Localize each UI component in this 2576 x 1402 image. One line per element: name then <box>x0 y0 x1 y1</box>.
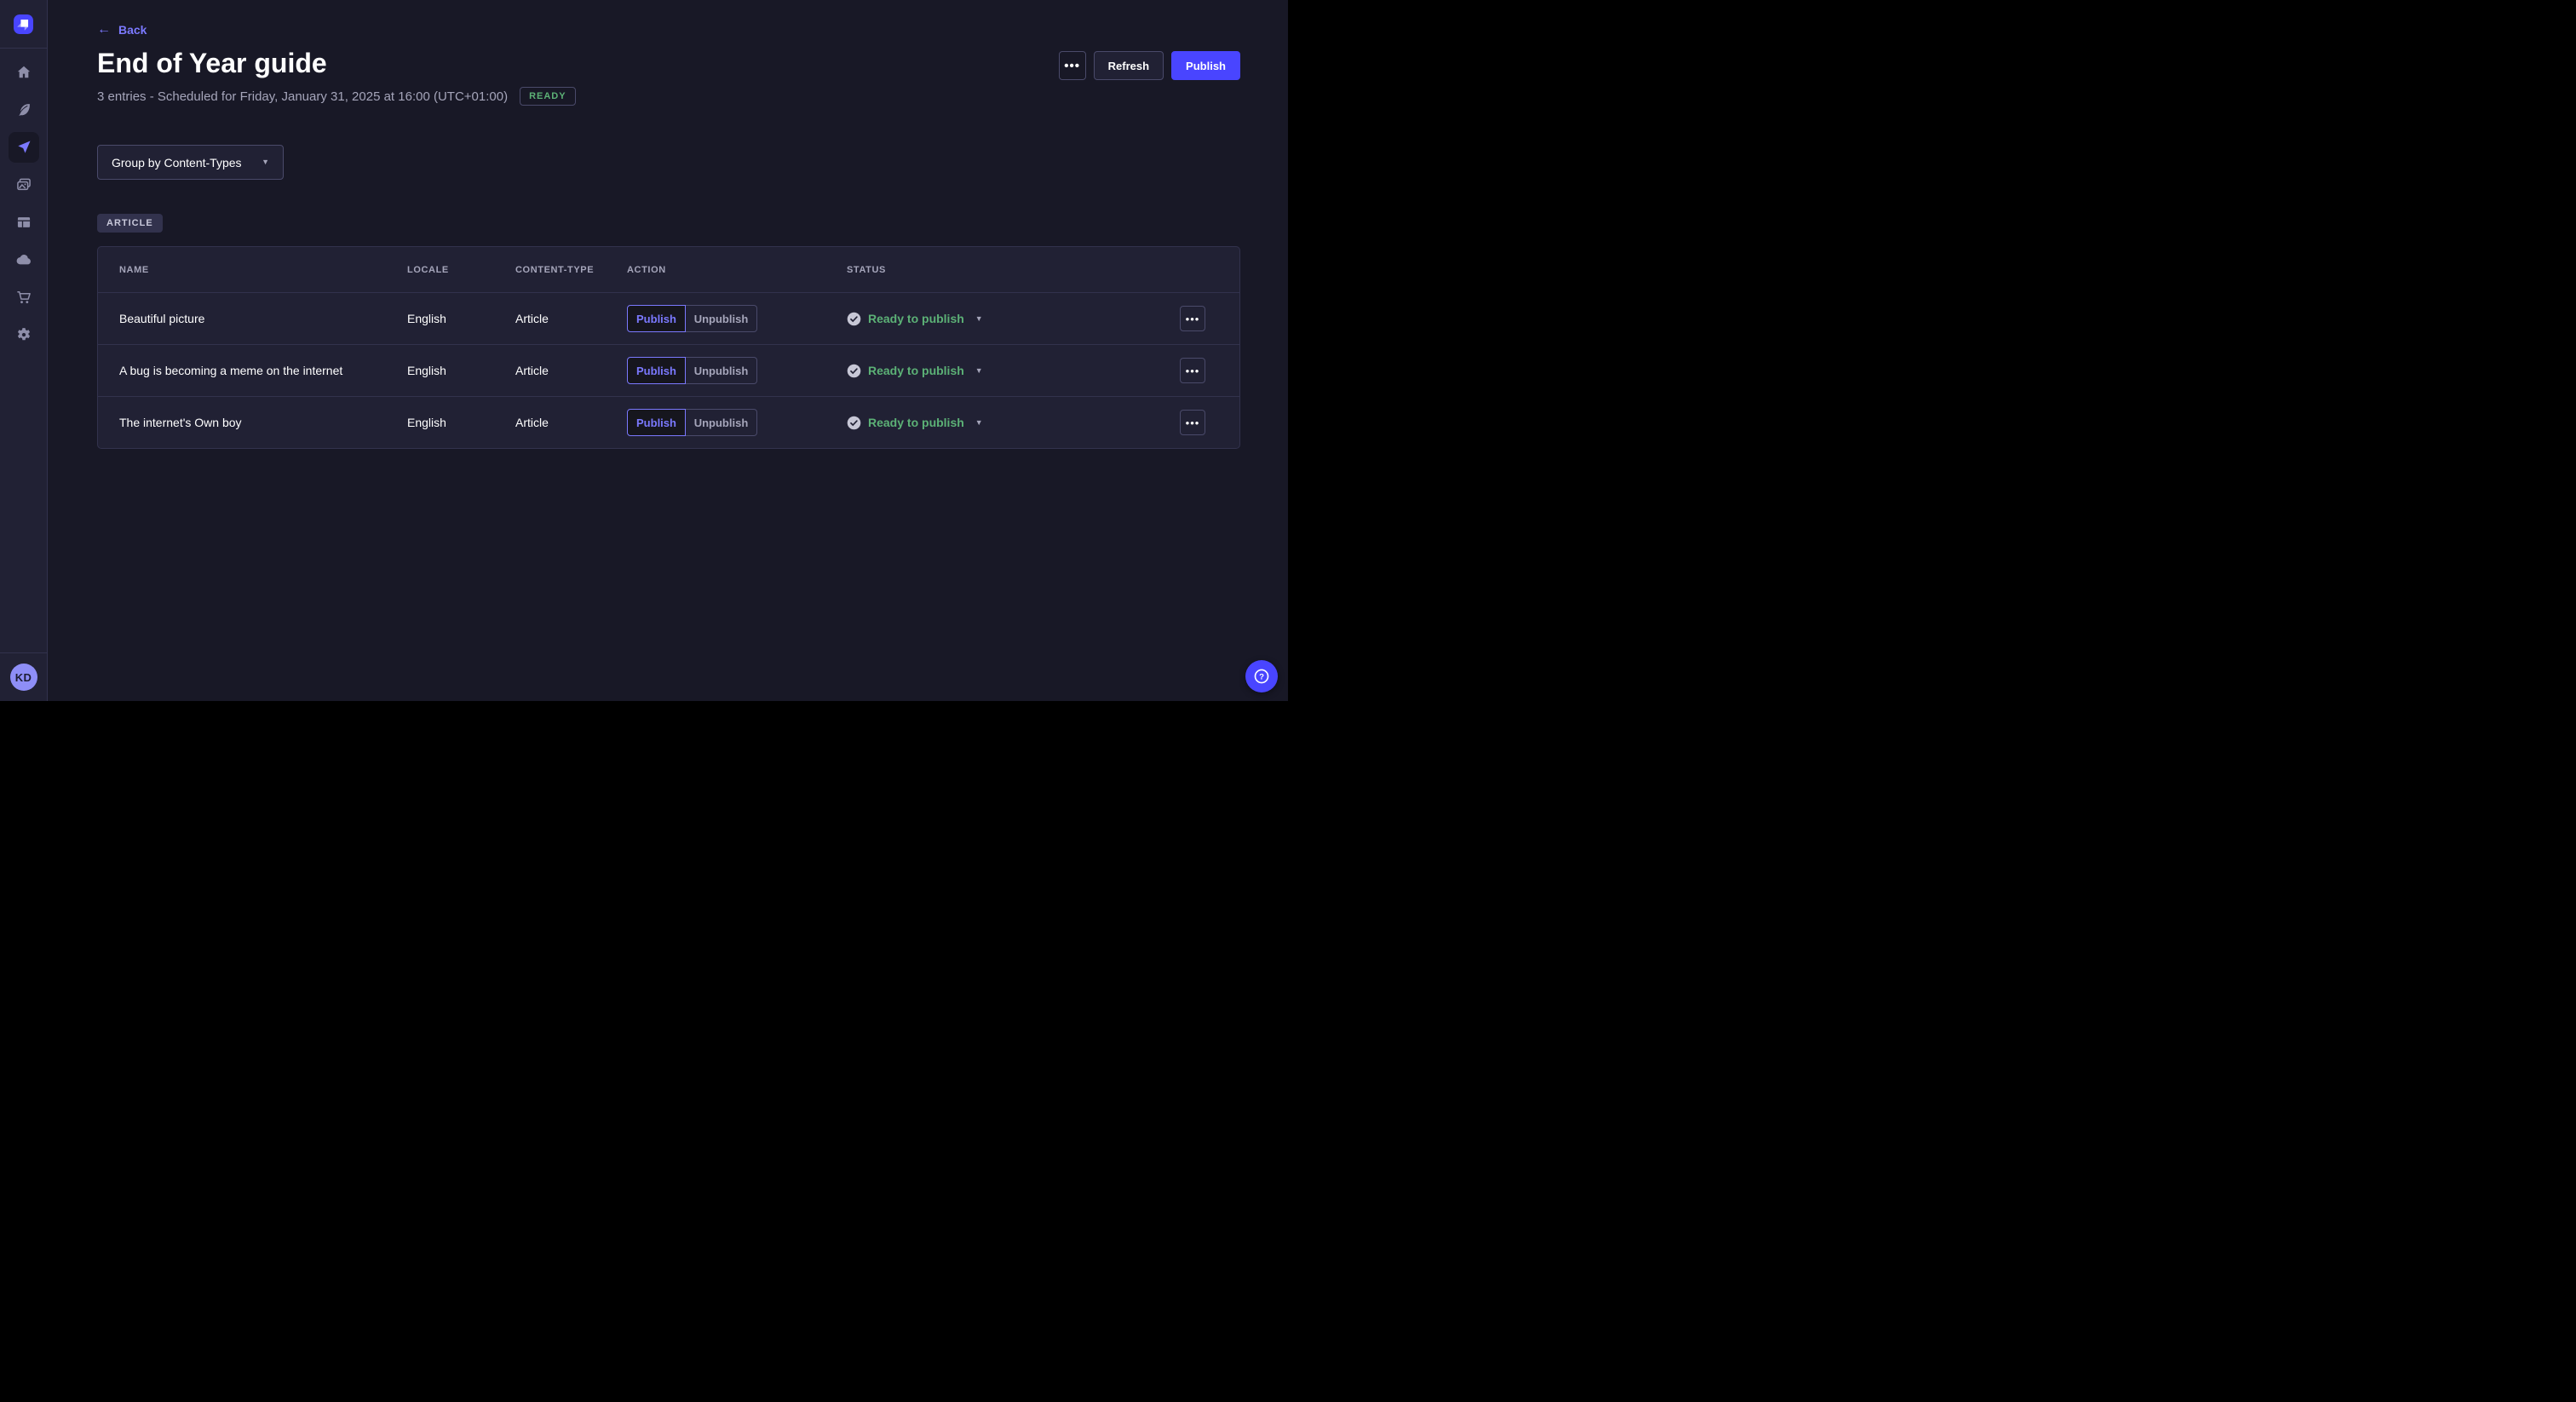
publish-toggle-button[interactable]: Publish <box>627 305 686 332</box>
entry-name: A bug is becoming a meme on the internet <box>119 364 407 377</box>
more-dots-icon: ••• <box>1064 59 1080 73</box>
group-by-select[interactable]: Group by Content-Types ▼ <box>97 145 284 180</box>
row-more-button[interactable]: ••• <box>1180 410 1205 435</box>
entry-status-label: Ready to publish <box>868 364 964 377</box>
page-header: ← Back End of Year guide 3 entries - Sch… <box>48 0 1288 106</box>
sidebar: KD <box>0 0 48 701</box>
sidebar-item-media-library[interactable] <box>9 170 39 200</box>
more-dots-icon: ••• <box>1186 365 1200 377</box>
images-icon <box>15 176 32 193</box>
svg-text:?: ? <box>1259 672 1264 681</box>
sidebar-item-content-type-builder[interactable] <box>9 207 39 238</box>
release-more-button[interactable]: ••• <box>1059 51 1086 80</box>
group-by-selected-value: Group by Content-Types <box>112 156 242 170</box>
publish-release-button[interactable]: Publish <box>1171 51 1240 80</box>
unpublish-toggle-button[interactable]: Unpublish <box>686 305 757 332</box>
app-window: KD ← Back End of Year guide 3 entries - … <box>0 0 1288 701</box>
sidebar-item-marketplace[interactable] <box>9 282 39 313</box>
gear-icon <box>15 326 32 343</box>
entry-locale: English <box>407 364 515 377</box>
refresh-button[interactable]: Refresh <box>1094 51 1164 80</box>
question-mark-icon: ? <box>1252 667 1271 686</box>
strapi-logo-icon <box>14 14 33 34</box>
sidebar-item-releases[interactable] <box>9 132 39 163</box>
sidebar-item-content-manager[interactable] <box>9 95 39 125</box>
table-header-row: NAME LOCALE CONTENT-TYPE ACTION STATUS <box>98 247 1239 292</box>
sidebar-footer: KD <box>0 652 47 701</box>
check-circle-icon <box>847 416 861 430</box>
status-chevron-down-icon[interactable]: ▼ <box>975 367 983 375</box>
more-dots-icon: ••• <box>1186 417 1200 429</box>
entry-content-type: Article <box>515 312 627 325</box>
entry-action-toggle: Publish Unpublish <box>627 357 757 384</box>
entries-table: NAME LOCALE CONTENT-TYPE ACTION STATUS B… <box>97 246 1240 449</box>
entry-name: The internet's Own boy <box>119 416 407 429</box>
row-more-button[interactable]: ••• <box>1180 358 1205 383</box>
check-circle-icon <box>847 364 861 378</box>
column-header-status: STATUS <box>847 265 1218 275</box>
sidebar-item-settings[interactable] <box>9 319 39 350</box>
entry-action-toggle: Publish Unpublish <box>627 409 757 436</box>
entry-content-type: Article <box>515 364 627 377</box>
back-link[interactable]: ← Back <box>97 23 147 37</box>
layout-icon <box>15 214 32 231</box>
check-circle-icon <box>847 312 861 326</box>
home-icon <box>15 64 32 81</box>
group-section: ARTICLE <box>48 180 1288 233</box>
paper-plane-icon <box>15 139 32 156</box>
workspace-logo-button[interactable] <box>0 0 47 49</box>
publish-toggle-button[interactable]: Publish <box>627 409 686 436</box>
more-dots-icon: ••• <box>1186 313 1200 325</box>
sidebar-nav <box>0 49 47 350</box>
status-chevron-down-icon[interactable]: ▼ <box>975 315 983 323</box>
table-row: Beautiful picture English Article Publis… <box>98 292 1239 344</box>
entry-action-toggle: Publish Unpublish <box>627 305 757 332</box>
content-type-group-badge: ARTICLE <box>97 214 163 233</box>
table-row: The internet's Own boy English Article P… <box>98 396 1239 448</box>
column-header-action: ACTION <box>627 265 847 275</box>
back-arrow-icon: ← <box>97 23 111 37</box>
chevron-down-icon: ▼ <box>262 158 269 166</box>
table-row: A bug is becoming a meme on the internet… <box>98 344 1239 396</box>
toolbar: Group by Content-Types ▼ <box>48 106 1288 180</box>
user-avatar[interactable]: KD <box>10 664 37 691</box>
column-header-locale: LOCALE <box>407 265 515 275</box>
cloud-icon <box>15 251 32 268</box>
column-header-name: NAME <box>119 265 407 275</box>
entry-locale: English <box>407 416 515 429</box>
status-chevron-down-icon[interactable]: ▼ <box>975 419 983 427</box>
entry-content-type: Article <box>515 416 627 429</box>
help-button[interactable]: ? <box>1245 660 1278 692</box>
shopping-cart-icon <box>15 289 32 306</box>
release-schedule-subtitle: 3 entries - Scheduled for Friday, Januar… <box>97 89 508 104</box>
header-actions: ••• Refresh Publish <box>1059 51 1240 80</box>
back-label: Back <box>118 23 147 37</box>
unpublish-toggle-button[interactable]: Unpublish <box>686 409 757 436</box>
unpublish-toggle-button[interactable]: Unpublish <box>686 357 757 384</box>
feather-icon <box>15 101 32 118</box>
entry-status-label: Ready to publish <box>868 416 964 429</box>
sidebar-item-home[interactable] <box>9 57 39 88</box>
entry-name: Beautiful picture <box>119 312 407 325</box>
column-header-content-type: CONTENT-TYPE <box>515 265 627 275</box>
entry-status-label: Ready to publish <box>868 312 964 325</box>
publish-toggle-button[interactable]: Publish <box>627 357 686 384</box>
entry-locale: English <box>407 312 515 325</box>
row-more-button[interactable]: ••• <box>1180 306 1205 331</box>
sidebar-item-cloud[interactable] <box>9 244 39 275</box>
main-content: ← Back End of Year guide 3 entries - Sch… <box>48 0 1288 701</box>
status-badge: READY <box>520 87 576 106</box>
